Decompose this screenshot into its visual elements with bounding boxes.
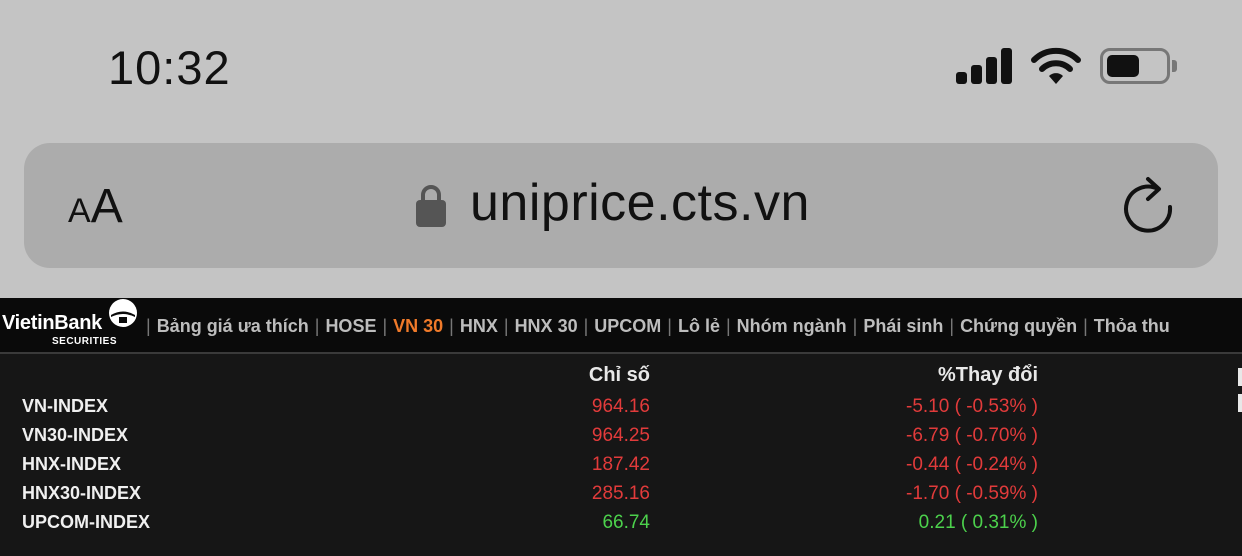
nav-item-hnx-30[interactable]: HNX 30 [515,316,578,336]
column-header-change: %Thay đổi [937,364,1038,386]
index-change: -1.70 ( -0.59% ) [906,483,1038,504]
index-row[interactable]: VN30-INDEX 964.25 -6.79 ( -0.70% ) [0,425,1242,454]
brand-subtitle: SECURITIES [52,336,118,347]
nav-separator: | [503,316,509,336]
nav-item-vn-30[interactable]: VN 30 [393,316,443,336]
nav-separator: | [1083,316,1088,336]
wifi-icon [1031,47,1081,84]
index-value: 964.16 [591,396,650,417]
nav-item-lô-lẻ[interactable]: Lô lẻ [678,316,720,336]
index-name: UPCOM-INDEX [22,512,151,532]
nav-separator: | [725,316,731,336]
vietinbank-logo[interactable]: VietinBank SECURITIES [0,298,140,352]
nav-separator: | [583,316,589,336]
index-value: 187.42 [591,454,650,475]
index-value: 964.25 [591,425,650,446]
index-name: VN-INDEX [22,396,109,416]
index-change: -5.10 ( -0.53% ) [906,396,1038,417]
index-name: VN30-INDEX [22,425,129,445]
clipped-column-edge [1238,368,1242,386]
nav-separator: | [449,316,454,336]
text-size-button[interactable]: AA [68,179,123,234]
nav-item-bảng-giá-ưa-thích[interactable]: Bảng giá ưa thích [157,316,309,336]
cellular-signal-icon [956,48,1014,84]
index-name: HNX-INDEX [22,454,122,474]
brand-mark-icon [109,299,137,327]
nav-separator: | [314,316,320,336]
brand-name: VietinBank [2,312,102,334]
nav-item-thỏa-thu[interactable]: Thỏa thu [1094,316,1170,336]
nav-separator: | [852,316,858,336]
index-value: 285.16 [591,483,650,504]
index-name: HNX30-INDEX [22,483,142,503]
nav-item-hose[interactable]: HOSE [325,316,376,336]
index-change: 0.21 ( 0.31% ) [918,512,1038,533]
nav-item-nhóm-ngành[interactable]: Nhóm ngành [737,316,847,336]
index-row[interactable]: HNX30-INDEX 285.16 -1.70 ( -0.59% ) [0,483,1242,512]
nav-item-phái-sinh[interactable]: Phái sinh [863,316,943,336]
index-change: -6.79 ( -0.70% ) [906,425,1038,446]
market-index-panel: Chỉ số %Thay đổi VN-INDEX 964.16 -5.10 ( -… [0,356,1242,556]
nav-separator: | [667,316,672,336]
lock-icon [416,185,446,227]
battery-icon [1100,48,1177,84]
status-time: 10:32 [108,41,231,94]
column-header-index: Chỉ số [588,364,650,386]
reload-icon[interactable] [1122,175,1176,233]
nav-item-hnx[interactable]: HNX [460,316,498,336]
address-bar[interactable]: AA uniprice.cts.vn [24,143,1218,268]
url-domain[interactable]: uniprice.cts.vn [470,173,810,233]
nav-separator: | [146,316,151,336]
nav-separator: | [949,316,955,336]
index-change: -0.44 ( -0.24% ) [906,454,1038,475]
nav-menu: | Bảng giá ưa thích | HOSE | VN 30 | HNX | HNX 30… [140,316,1170,337]
site-navigation: VietinBank SECURITIES | Bảng giá ưa thích… [0,298,1242,354]
status-bar: 10:32 AA uniprice.cts.vn [0,0,1242,298]
nav-item-chứng-quyền[interactable]: Chứng quyền [960,316,1077,336]
index-row[interactable]: VN-INDEX 964.16 -5.10 ( -0.53% ) [0,396,1242,425]
nav-separator: | [382,316,388,336]
index-row[interactable]: UPCOM-INDEX 66.74 0.21 ( 0.31% ) [0,512,1242,541]
index-value: 66.74 [602,512,650,533]
index-row[interactable]: HNX-INDEX 187.42 -0.44 ( -0.24% ) [0,454,1242,483]
nav-item-upcom[interactable]: UPCOM [594,316,661,336]
